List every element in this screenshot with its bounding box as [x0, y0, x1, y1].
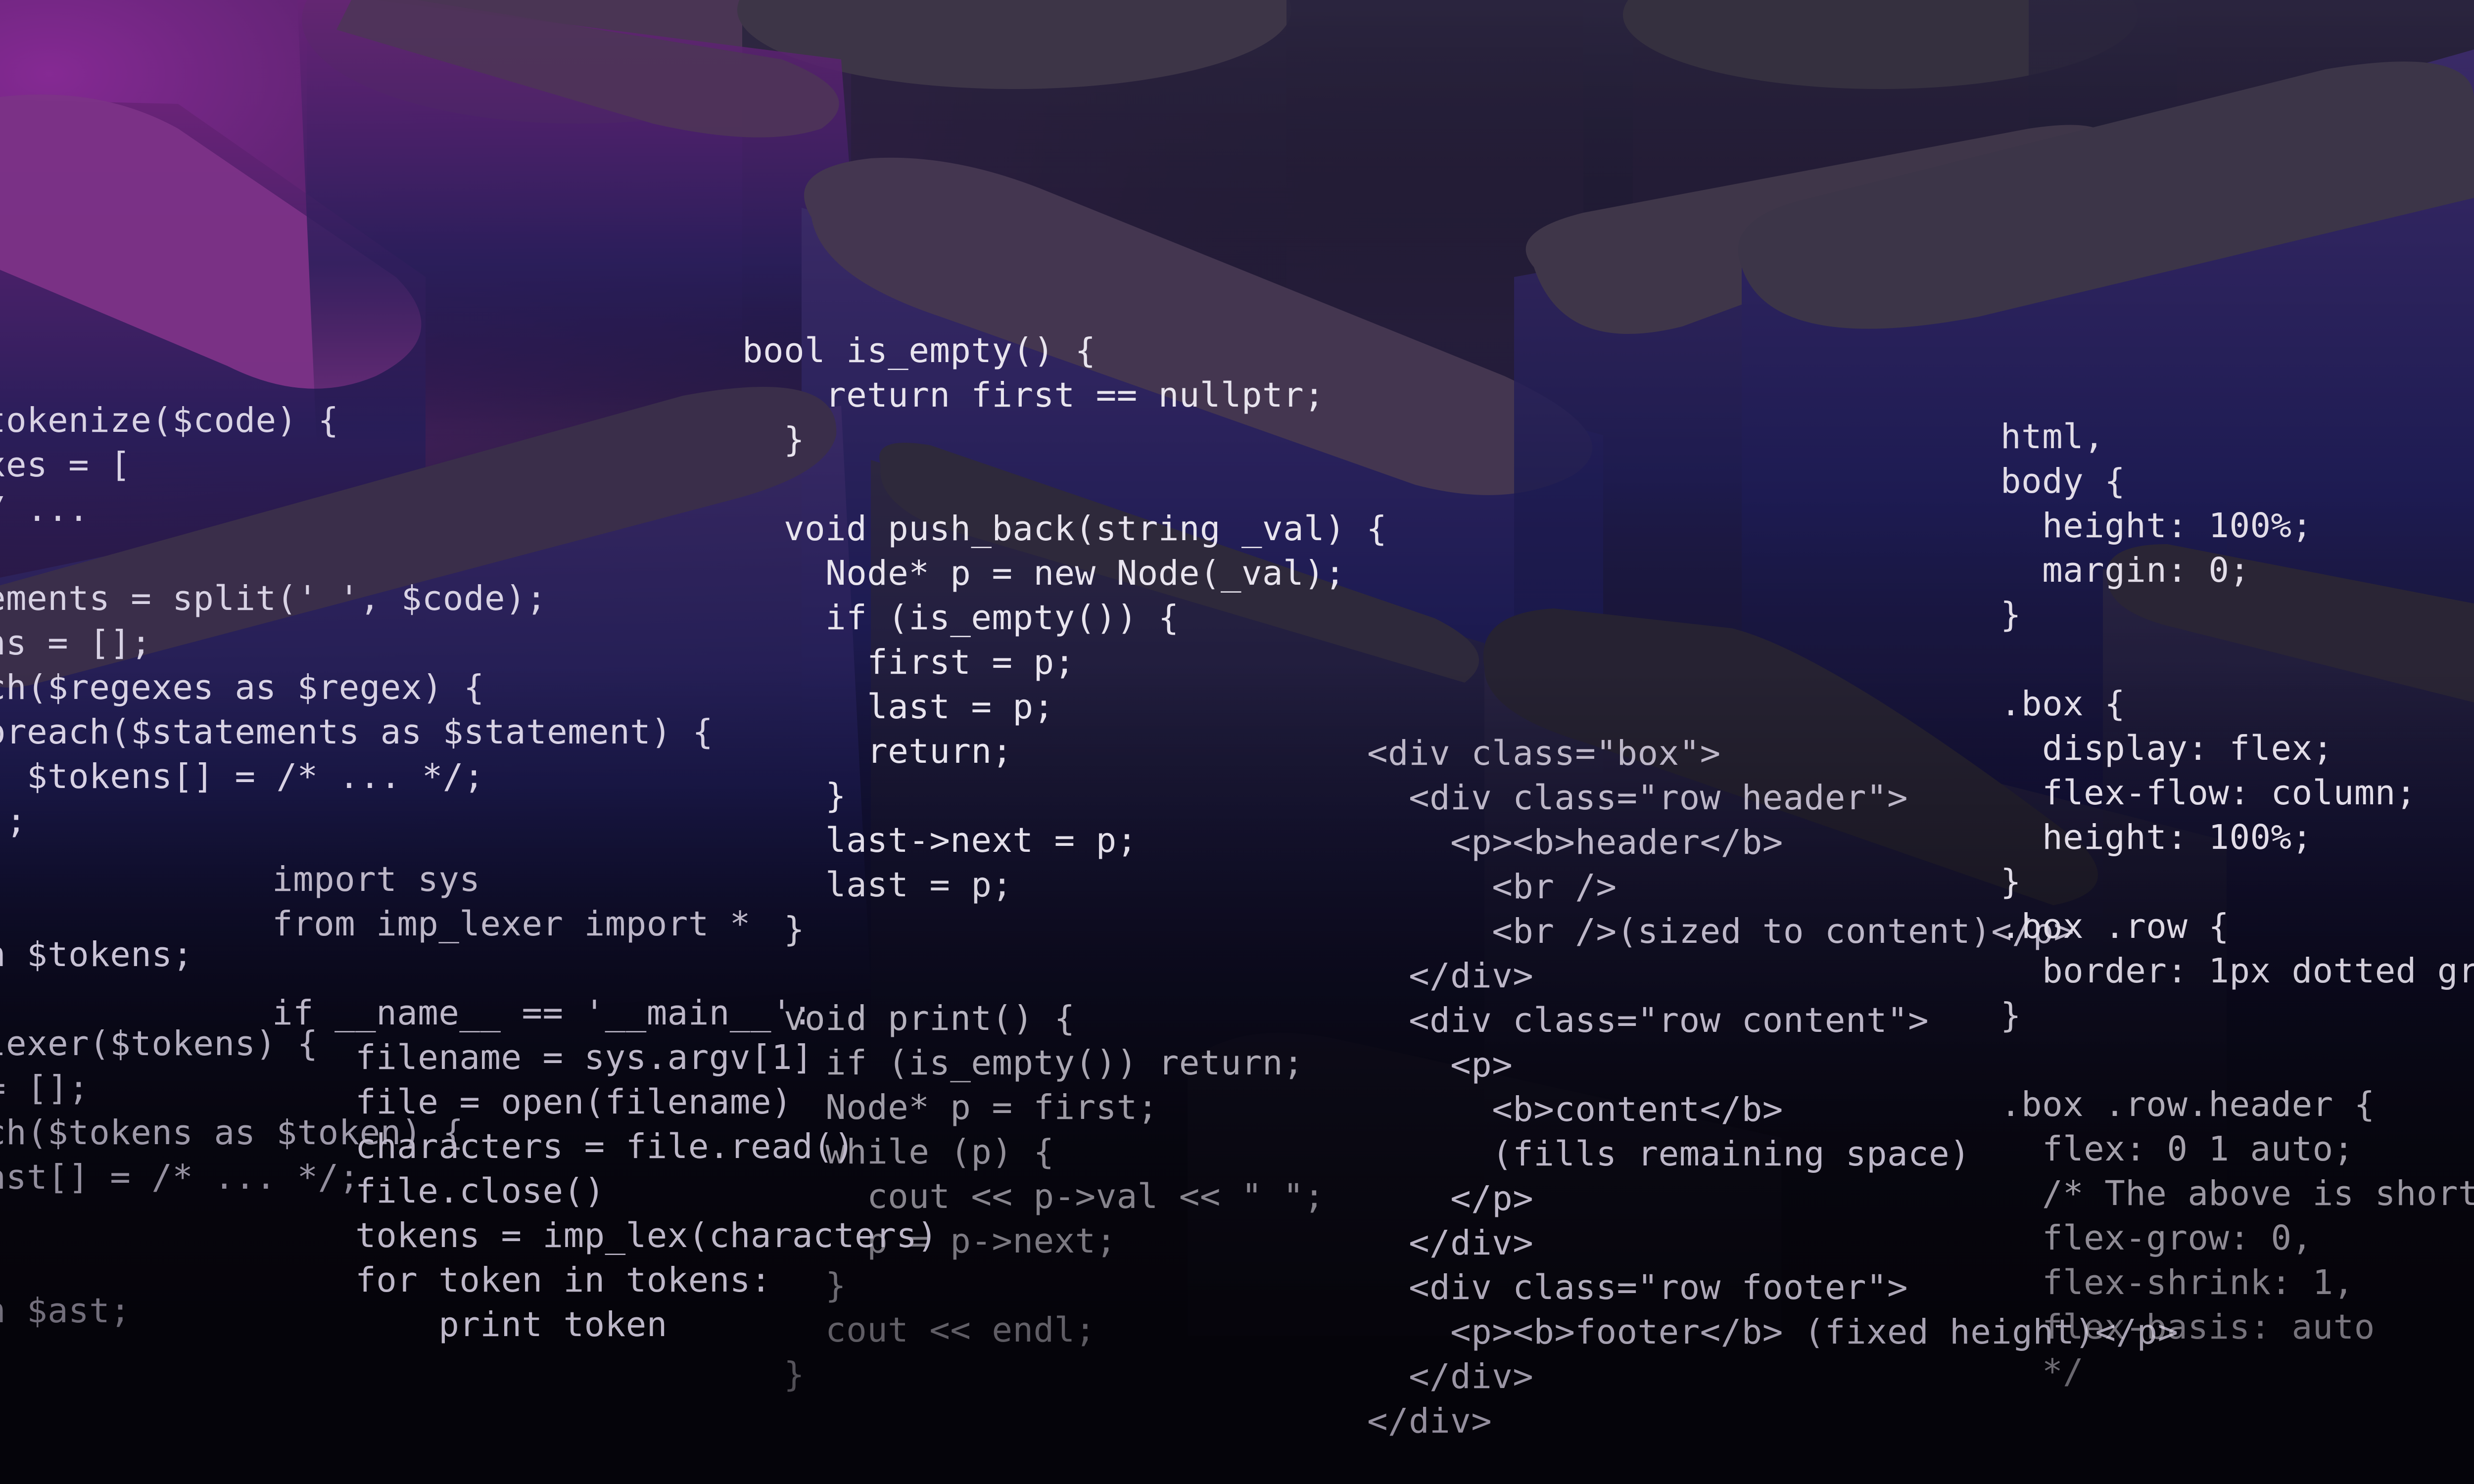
css-code-block: html, body { height: 100%; margin: 0; } … — [2000, 417, 2474, 1391]
python-code-block: import sys from imp_lexer import * if __… — [272, 860, 938, 1345]
